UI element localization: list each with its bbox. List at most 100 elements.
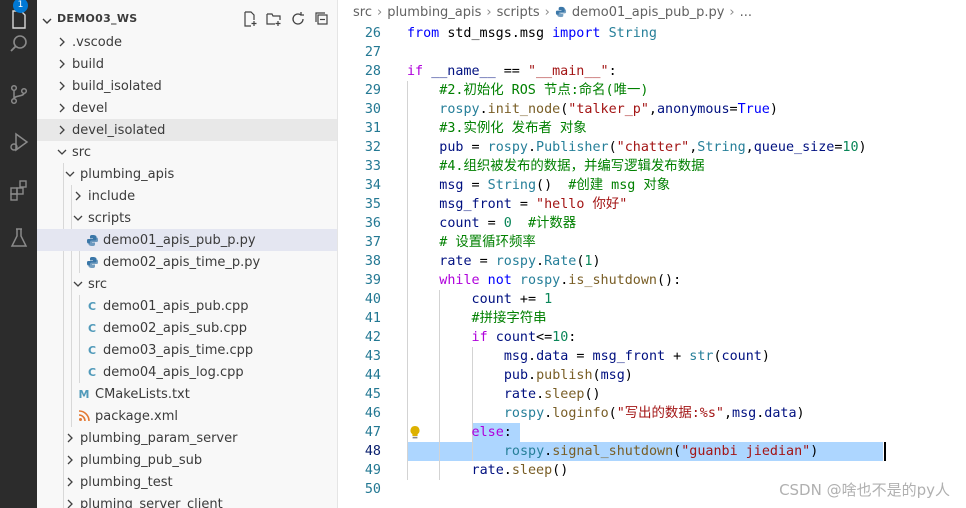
chevron-down-icon[interactable] xyxy=(55,145,69,159)
code-line[interactable]: 42 if count<=10: xyxy=(338,328,966,347)
code-token: () xyxy=(536,178,569,193)
chevron-right-icon: › xyxy=(486,4,492,20)
tree-file[interactable]: demo01_apis_pub_p.py xyxy=(37,229,337,251)
tree-file[interactable]: Cdemo02_apis_sub.cpp xyxy=(37,317,337,339)
tree-file[interactable]: M CMakeLists.txt xyxy=(37,383,337,405)
run-debug-icon[interactable] xyxy=(0,122,37,162)
tree-folder[interactable]: plumbing_pub_sub xyxy=(37,449,337,471)
chevron-right-icon[interactable] xyxy=(55,101,69,115)
code-line[interactable]: 27 xyxy=(338,43,966,62)
code-line[interactable]: 36 count = 0 #计数器 xyxy=(338,214,966,233)
chevron-down-icon[interactable] xyxy=(71,211,85,225)
chevron-right-icon[interactable] xyxy=(55,79,69,93)
python-file-icon xyxy=(85,255,99,269)
code-text: rospy.loginfo("写出的数据:%s",msg.data) xyxy=(504,404,805,423)
code-line[interactable]: 45 rate.sleep() xyxy=(338,385,966,404)
breadcrumb-item[interactable]: ... xyxy=(740,5,752,20)
activity-bar: 1 xyxy=(0,0,37,508)
tree-folder[interactable]: scripts xyxy=(37,207,337,229)
breadcrumb-item[interactable]: demo01_apis_pub_p.py xyxy=(572,5,725,20)
new-folder-icon[interactable] xyxy=(266,11,282,27)
tree-item-label: scripts xyxy=(88,210,131,226)
tree-file[interactable]: Cdemo04_apis_log.cpp xyxy=(37,361,337,383)
tree-folder[interactable]: src xyxy=(37,273,337,295)
tree-folder[interactable]: build xyxy=(37,53,337,75)
line-number: 50 xyxy=(364,482,381,497)
chevron-right-icon[interactable] xyxy=(63,431,77,445)
tree-folder[interactable]: devel xyxy=(37,97,337,119)
code-line[interactable]: 44 pub.publish(msg) xyxy=(338,366,966,385)
chevron-right-icon[interactable] xyxy=(55,35,69,49)
code-text: msg = String() #创建 msg 对象 xyxy=(439,176,670,195)
tree-folder[interactable]: pluming_server_client xyxy=(37,493,337,508)
tree-folder[interactable]: devel_isolated xyxy=(37,119,337,141)
tree-file[interactable]: demo02_apis_time_p.py xyxy=(37,251,337,273)
code-line[interactable]: 40 count += 1 xyxy=(338,290,966,309)
tree-folder[interactable]: src xyxy=(37,141,337,163)
tree-file[interactable]: Cdemo03_apis_time.cpp xyxy=(37,339,337,361)
breadcrumb-item[interactable]: scripts xyxy=(497,5,540,20)
code-token: is_shutdown xyxy=(568,273,657,288)
editor[interactable]: src › plumbing_apis › scripts › demo01_apis_pu… xyxy=(338,0,966,508)
search-icon[interactable] xyxy=(0,24,37,64)
chevron-right-icon[interactable] xyxy=(55,123,69,137)
chevron-right-icon[interactable] xyxy=(63,453,77,467)
code-line[interactable]: 32 pub = rospy.Publisher("chatter",String… xyxy=(338,138,966,157)
code-token: , xyxy=(745,140,754,155)
tree-file[interactable]: Cdemo01_apis_pub.cpp xyxy=(37,295,337,317)
chevron-down-icon[interactable] xyxy=(41,12,53,31)
code-line[interactable]: 38 rate = rospy.Rate(1) xyxy=(338,252,966,271)
chevron-right-icon[interactable] xyxy=(63,475,77,489)
code-line[interactable]: 29 #2.初始化 ROS 节点:命名(唯一) xyxy=(338,81,966,100)
chevron-right-icon[interactable] xyxy=(63,497,77,508)
lightbulb-icon[interactable] xyxy=(409,425,421,444)
code-line[interactable]: 48 rospy.signal_shutdown("guanbi jiedian"… xyxy=(338,442,966,461)
code-line[interactable]: 30 rospy.init_node("talker_p",anonymous=T… xyxy=(338,100,966,119)
tree-folder[interactable]: plumbing_apis xyxy=(37,163,337,185)
tree-folder[interactable]: build_isolated xyxy=(37,75,337,97)
code-line[interactable]: 37 # 设置循环频率 xyxy=(338,233,966,252)
tree-file[interactable]: package.xml xyxy=(37,405,337,427)
collapse-all-icon[interactable] xyxy=(314,11,330,27)
code-token: not xyxy=(487,273,520,288)
code-line[interactable]: 41 #拼接字符串 xyxy=(338,309,966,328)
code-token: rospy xyxy=(439,102,480,117)
refresh-icon[interactable] xyxy=(290,11,306,27)
code-token: ( xyxy=(608,140,617,155)
chevron-down-icon[interactable] xyxy=(63,167,77,181)
code-line[interactable]: 47 else: xyxy=(338,423,966,442)
new-file-icon[interactable] xyxy=(242,11,258,27)
code-line[interactable]: 49 rate.sleep() xyxy=(338,461,966,480)
workspace-header[interactable]: DEMO03_WS xyxy=(37,9,337,31)
code-token: msg xyxy=(503,349,529,364)
code-line[interactable]: 26 from std_msgs.msg import String xyxy=(338,24,966,43)
chevron-down-icon[interactable] xyxy=(71,277,85,291)
testing-icon[interactable] xyxy=(0,218,37,258)
tree-folder[interactable]: include xyxy=(37,185,337,207)
code-token: "写出的数据:%s" xyxy=(616,406,724,421)
source-control-icon[interactable] xyxy=(0,74,37,114)
code-line[interactable]: 39 while not rospy.is_shutdown(): xyxy=(338,271,966,290)
cpp-file-icon: C xyxy=(87,343,97,357)
code-token: "chatter" xyxy=(616,140,690,155)
code-line[interactable]: 35 msg_front = "hello 你好" xyxy=(338,195,966,214)
code-token: #2.初始化 ROS 节点:命名(唯一) xyxy=(439,83,649,98)
chevron-right-icon[interactable] xyxy=(71,189,85,203)
code-token: msg xyxy=(600,368,625,383)
code-token: == xyxy=(495,64,528,79)
code-line[interactable]: 34 msg = String() #创建 msg 对象 xyxy=(338,176,966,195)
code-line[interactable]: 33 #4.组织被发布的数据，并编写逻辑发布数据 xyxy=(338,157,966,176)
code-line[interactable]: 28 if __name__ == "__main__": xyxy=(338,62,966,81)
code-line[interactable]: 31 #3.实例化 发布者 对象 xyxy=(338,119,966,138)
chevron-right-icon[interactable] xyxy=(55,57,69,71)
extensions-icon[interactable] xyxy=(0,170,37,210)
tree-folder[interactable]: plumbing_param_server xyxy=(37,427,337,449)
code-text: if count<=10: xyxy=(472,328,577,347)
tree-folder[interactable]: .vscode xyxy=(37,31,337,53)
code-line[interactable]: 43 msg.data = msg_front + str(count) xyxy=(338,347,966,366)
breadcrumb-item[interactable]: plumbing_apis xyxy=(387,5,481,20)
breadcrumb-item[interactable]: src xyxy=(353,5,372,20)
tree-folder[interactable]: plumbing_test xyxy=(37,471,337,493)
code-token: rospy xyxy=(503,406,545,421)
code-line[interactable]: 46 rospy.loginfo("写出的数据:%s",msg.data) xyxy=(338,404,966,423)
